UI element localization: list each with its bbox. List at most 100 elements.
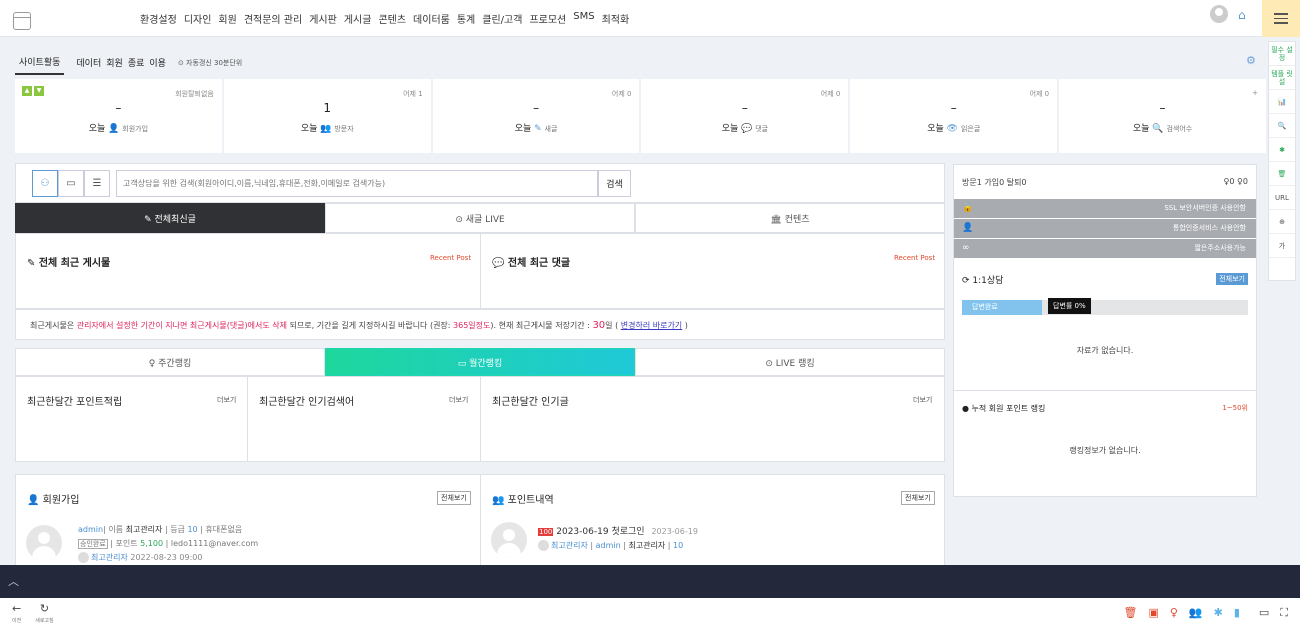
back-label: 이전 <box>12 618 22 624</box>
pencil-icon: ✎ <box>534 124 542 134</box>
tab-end[interactable]: 종료 <box>128 56 145 69</box>
stat-text: 댓글 <box>755 125 769 133</box>
back-button[interactable]: ← 이전 <box>12 603 21 627</box>
trash-icon[interactable]: 🗑 <box>1123 606 1137 620</box>
stat-text: 새글 <box>544 125 558 133</box>
spinner-icon[interactable]: ✱ <box>1269 138 1295 162</box>
spinner-icon[interactable]: ✱ <box>1214 606 1223 620</box>
bar-chart-icon[interactable]: ▮ <box>1234 606 1240 620</box>
fullscreen-icon[interactable]: ⛶ <box>1280 606 1288 620</box>
user-icon[interactable]: ⚇ <box>32 170 58 197</box>
refresh-icon: ↻ <box>39 602 50 615</box>
rank-title: 최근한달간 인기검색어 <box>259 397 355 408</box>
visit-icons: ♀0 ♀0 <box>1223 177 1248 186</box>
point-by[interactable]: 최고관리자 <box>551 541 588 550</box>
tab-contents[interactable]: 🏛 컨텐츠 <box>635 203 945 233</box>
stats-row: ▲ ▼ 회원탈퇴없음 – 오늘 👤 회원가입 어제 1 1 오늘 👥 방문자 어제… <box>15 79 1266 153</box>
nav-item[interactable]: 프로모션 <box>529 11 566 26</box>
nav-item[interactable]: 환경설정 <box>140 11 177 26</box>
nav-item[interactable]: 디자인 <box>184 11 212 26</box>
nav-item[interactable]: 게시글 <box>344 11 372 26</box>
url-icon[interactable]: URL <box>1269 186 1295 210</box>
stat-label[interactable]: 오늘 ✎ 새글 <box>433 121 640 134</box>
member-title-text: 회원가입 <box>42 495 80 506</box>
award-icon[interactable]: ♀ <box>1170 606 1178 620</box>
point-id[interactable]: admin <box>596 541 621 550</box>
notice-f: 30 <box>592 320 606 331</box>
tab-live-rank[interactable]: ⊙ LIVE 랭킹 <box>635 348 945 376</box>
stat-label[interactable]: 오늘 👤 회원가입 <box>15 121 222 134</box>
image-icon[interactable]: ▣ <box>1148 606 1158 620</box>
nav-item[interactable]: 클린/고객 <box>482 11 522 26</box>
chevron-down-icon[interactable]: ▼ <box>34 86 44 96</box>
consult-view-all-button[interactable]: 전체보기 <box>1216 273 1248 285</box>
latest-tabs: ✎ 전체최신글 ⊙ 새글 LIVE 🏛 컨텐츠 <box>15 203 945 233</box>
bottom-collapse-bar[interactable]: ︿ <box>0 565 1300 598</box>
point-view-all-button[interactable]: 전체보기 <box>901 491 935 505</box>
member-by[interactable]: 최고관리자 <box>91 553 128 562</box>
tab-all-latest[interactable]: ✎ 전체최신글 <box>15 203 325 233</box>
member-view-all-button[interactable]: 전체보기 <box>437 491 471 505</box>
nav-item[interactable]: 회원 <box>218 11 236 26</box>
nav-item[interactable]: SMS <box>573 11 594 26</box>
home-icon[interactable]: ⌂ <box>1238 8 1246 22</box>
shorturl-status: ∞ 짧은주소사용가능 <box>954 239 1256 258</box>
updown-toggle[interactable]: ▲ ▼ <box>22 86 44 96</box>
search-button[interactable]: 검색 <box>598 170 631 197</box>
users-icon[interactable]: 👥 <box>1189 606 1203 620</box>
hamburger-menu-icon[interactable] <box>1262 0 1300 37</box>
point-line2: 최고관리자 | admin | 최고관리자 | 10 <box>538 540 683 551</box>
more-link[interactable]: 더보기 <box>449 395 468 405</box>
recent-post-tag[interactable]: Recent Post <box>430 254 471 262</box>
search-input[interactable] <box>116 170 598 197</box>
refresh-button[interactable]: ↻ 새로고침 <box>35 603 53 627</box>
comment-icon[interactable]: ▭ <box>58 170 84 197</box>
nav-item[interactable]: 통계 <box>457 11 475 26</box>
chart-icon[interactable]: 📊 <box>1269 90 1295 114</box>
stat-label[interactable]: 오늘 🔍 검색어수 <box>1059 121 1266 134</box>
stat-sub[interactable]: + <box>1252 89 1258 97</box>
quick-template-settings[interactable]: 템플 릿설 <box>1269 66 1295 90</box>
tab-site-activity[interactable]: 사이트활동 <box>15 55 65 75</box>
member-id[interactable]: admin <box>78 525 103 534</box>
tab-monthly-rank[interactable]: ▭ 월간랭킹 <box>325 348 635 376</box>
stat-label[interactable]: 오늘 👁 읽은글 <box>850 121 1057 134</box>
footer-left: ← 이전 ↻ 새로고침 <box>12 603 54 627</box>
nav-item[interactable]: 최적화 <box>602 11 630 26</box>
nav-item[interactable]: 게시판 <box>309 11 337 26</box>
quick-essential-settings[interactable]: 필수 설정 <box>1269 42 1295 66</box>
rank-empty: 랭킹정보가 없습니다. <box>1069 446 1141 455</box>
recent-post-tag[interactable]: Recent Post <box>894 254 935 262</box>
user-avatar[interactable] <box>1210 5 1228 23</box>
gear-icon[interactable]: ⚙ <box>1246 54 1256 67</box>
tab-data[interactable]: 데이터 <box>76 56 101 69</box>
stat-label[interactable]: 오늘 💬 댓글 <box>641 121 848 134</box>
activity-tabs: 사이트활동 데이터 회원 종료 이용 ⊙ 자동갱신 30분단위 <box>15 50 242 75</box>
right-quick-bar: 필수 설정 템플 릿설 📊 🔍 ✱ 🗑 URL ⊕ 가 <box>1268 41 1296 281</box>
nav-item[interactable]: 데이터룸 <box>413 11 450 26</box>
stat-prefix: 오늘 <box>721 124 739 134</box>
consult-empty: 자료가 없습니다. <box>1076 346 1134 355</box>
stat-label[interactable]: 오늘 👥 방문자 <box>224 121 431 134</box>
tab-weekly-rank[interactable]: ♀ 주간랭킹 <box>15 348 325 376</box>
point-name: 최고관리자 <box>628 541 666 550</box>
monitor-icon[interactable]: ▭ <box>1259 606 1269 620</box>
tab-member[interactable]: 회원 <box>106 56 123 69</box>
trash-icon[interactable]: 🗑 <box>1269 162 1295 186</box>
nav-item[interactable]: 견적문의 관리 <box>244 11 302 26</box>
plus-box-icon[interactable]: ⊕ <box>1269 210 1295 234</box>
database-icon[interactable]: ☰ <box>84 170 110 197</box>
member-level: 10 <box>187 525 198 534</box>
font-icon[interactable]: 가 <box>1269 234 1295 258</box>
more-link[interactable]: 더보기 <box>913 395 932 405</box>
change-link[interactable]: 변경하러 바로가기 <box>621 321 682 330</box>
more-link[interactable]: 더보기 <box>217 395 236 405</box>
tab-new-live[interactable]: ⊙ 새글 LIVE <box>325 203 635 233</box>
tab-use[interactable]: 이용 <box>149 56 166 69</box>
calendar-logo-icon[interactable] <box>13 12 31 30</box>
search-icon[interactable]: 🔍 <box>1269 114 1295 138</box>
chevron-up-icon[interactable]: ▲ <box>22 86 32 96</box>
chevron-up-icon[interactable]: ︿ <box>8 573 19 589</box>
stat-signup: ▲ ▼ 회원탈퇴없음 – 오늘 👤 회원가입 <box>15 79 222 153</box>
nav-item[interactable]: 콘텐츠 <box>378 11 406 26</box>
